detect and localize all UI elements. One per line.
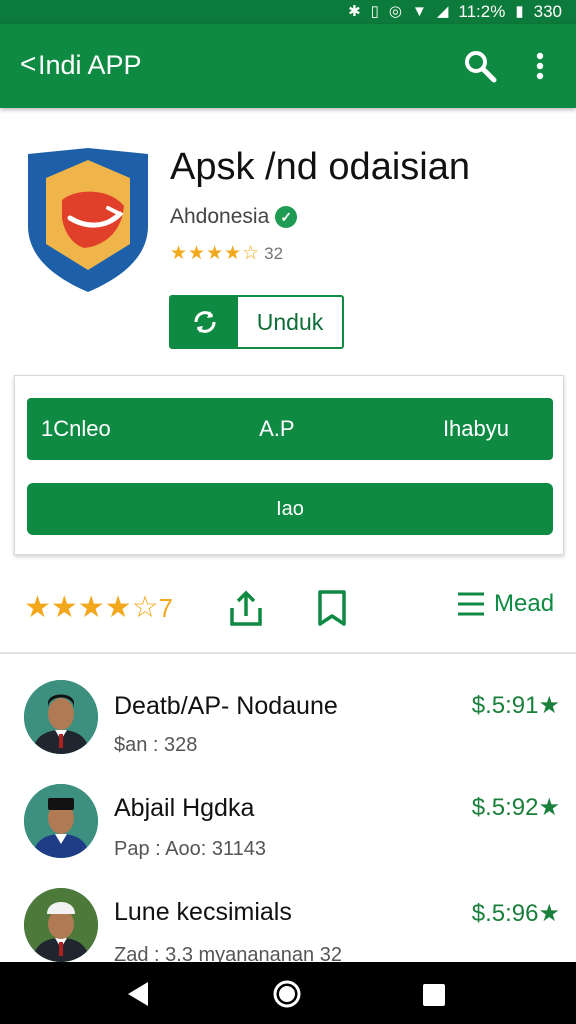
status-bar: ✱ ▯ ◎ ▼ ◢ 11:2% ▮ 330 [0, 0, 576, 24]
developer-row[interactable]: Ahdonesia ✓ [170, 203, 298, 231]
app-bar-title: Indi APP [38, 50, 142, 80]
list-item[interactable]: Abjail Hgdka Pap : Aoo: 31143 $.5:92★ [0, 784, 576, 888]
action-card: 1Cnleo A.P Ihabyu Iao [14, 375, 564, 555]
item-price: $.5:96★ [471, 900, 560, 927]
avatar [24, 888, 98, 962]
bookmark-icon[interactable] [314, 588, 350, 628]
signal-icon: ◢ [436, 3, 449, 20]
alarm-icon: ◎ [388, 3, 402, 20]
bluetooth-icon: ✱ [348, 3, 361, 20]
battery-level: 330 [533, 2, 562, 21]
app-name: Apsk /nd odaisian [170, 146, 470, 188]
install-label: Unduk [256, 308, 324, 335]
rating-stars: ★★★★☆7 [24, 588, 173, 628]
nav-home-icon[interactable] [272, 979, 302, 1009]
battery-icon: ▮ [515, 3, 524, 20]
vibrate-icon: ▯ [370, 3, 379, 20]
menu-icon [458, 592, 484, 616]
list-item[interactable]: Deatb/AP- Nodaune $an : 328 $.5:91★ [0, 680, 576, 784]
item-price: $.5:92★ [471, 794, 560, 821]
item-subtitle: $an : 328 [114, 734, 198, 756]
rating-value: 7 [158, 593, 173, 623]
developer-name: Ahdonesia [170, 205, 270, 228]
more-vert-icon[interactable] [528, 50, 552, 82]
action-button-secondary[interactable]: Iao [27, 483, 553, 535]
action-tab-2[interactable]: A.P [259, 416, 294, 442]
status-time: 11:2% [458, 2, 506, 21]
star-icon: ★★★★☆ [24, 591, 159, 624]
menu-button[interactable]: Mead [456, 590, 554, 618]
screen: ✱ ▯ ◎ ▼ ◢ 11:2% ▮ 330 < Indi APP Apsk /n… [0, 0, 576, 1024]
item-title: Lune kecsimials [114, 898, 292, 926]
action-tab-3[interactable]: Ihabyu [443, 416, 509, 442]
action-row-primary: 1Cnleo A.P Ihabyu [27, 398, 553, 460]
app-bar: < Indi APP [0, 24, 576, 108]
system-nav-bar [0, 962, 576, 1024]
item-subtitle: Pap : Aoo: 31143 [114, 838, 266, 860]
verified-icon: ✓ [275, 206, 298, 228]
rating-strip: ★★★★☆7 Mead [0, 566, 576, 654]
app-rating: ★★★★☆ 32 [170, 242, 283, 266]
back-icon[interactable]: < [20, 48, 36, 80]
install-button[interactable]: Unduk [169, 295, 344, 349]
avatar [24, 680, 98, 754]
nav-recents-icon[interactable] [423, 984, 445, 1006]
action-tab-1[interactable]: 1Cnleo [41, 416, 111, 442]
search-icon[interactable] [462, 48, 498, 84]
nav-back-icon[interactable] [124, 980, 152, 1008]
rating-count: 32 [264, 244, 284, 263]
item-title: Deatb/AP- Nodaune [114, 692, 338, 720]
item-price: $.5:91★ [471, 692, 560, 719]
star-rating-icon: ★★★★☆ [170, 243, 261, 264]
item-title: Abjail Hgdka [114, 794, 255, 822]
share-icon[interactable] [228, 588, 264, 628]
menu-label: Mead [494, 590, 555, 617]
refresh-icon [171, 297, 238, 347]
avatar [24, 784, 98, 858]
app-logo-icon [28, 148, 148, 292]
wifi-icon: ▼ [412, 3, 427, 20]
